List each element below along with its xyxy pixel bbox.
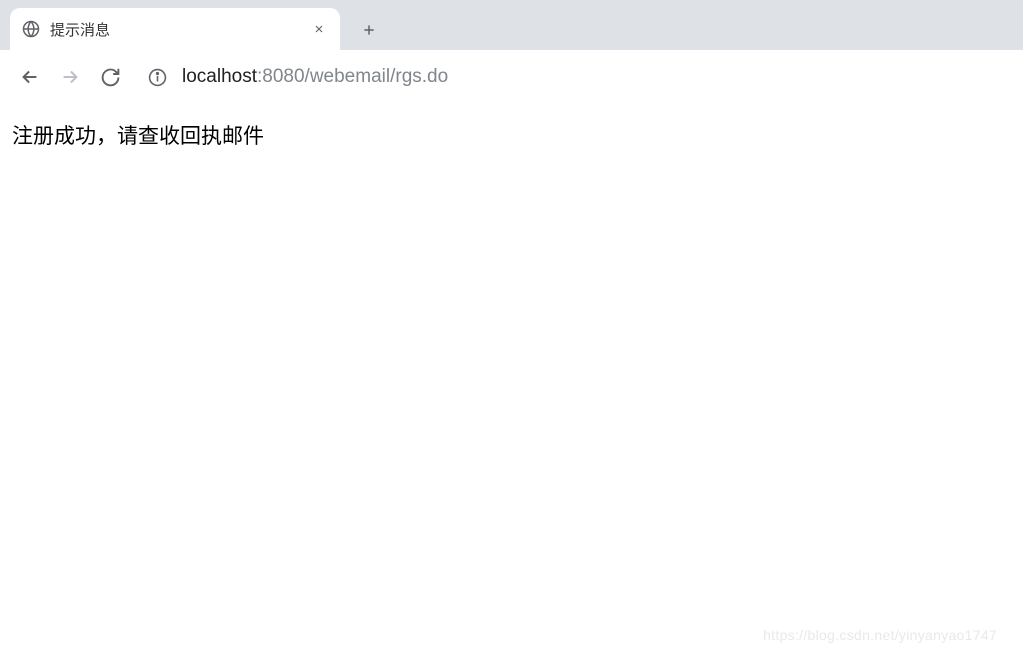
forward-button[interactable]	[50, 57, 90, 97]
success-message: 注册成功，请查收回执邮件	[12, 120, 1011, 150]
toolbar: localhost:8080/webemail/rgs.do	[0, 50, 1023, 104]
info-icon[interactable]	[146, 66, 168, 88]
tab-strip: 提示消息	[0, 0, 1023, 50]
url-host: localhost	[182, 66, 257, 87]
close-icon[interactable]	[310, 20, 328, 38]
url-text: localhost:8080/webemail/rgs.do	[182, 66, 448, 88]
tab-title: 提示消息	[50, 19, 310, 40]
reload-button[interactable]	[90, 57, 130, 97]
url-port: :8080	[257, 66, 305, 87]
page-content: 注册成功，请查收回执邮件	[0, 104, 1023, 166]
watermark: https://blog.csdn.net/yinyanyao1747	[763, 627, 997, 643]
browser-chrome: 提示消息	[0, 0, 1023, 104]
address-bar[interactable]: localhost:8080/webemail/rgs.do	[146, 58, 1013, 96]
globe-icon	[22, 20, 40, 38]
new-tab-button[interactable]	[352, 13, 386, 47]
browser-tab[interactable]: 提示消息	[10, 8, 340, 50]
back-button[interactable]	[10, 57, 50, 97]
url-path: /webemail/rgs.do	[305, 66, 449, 87]
